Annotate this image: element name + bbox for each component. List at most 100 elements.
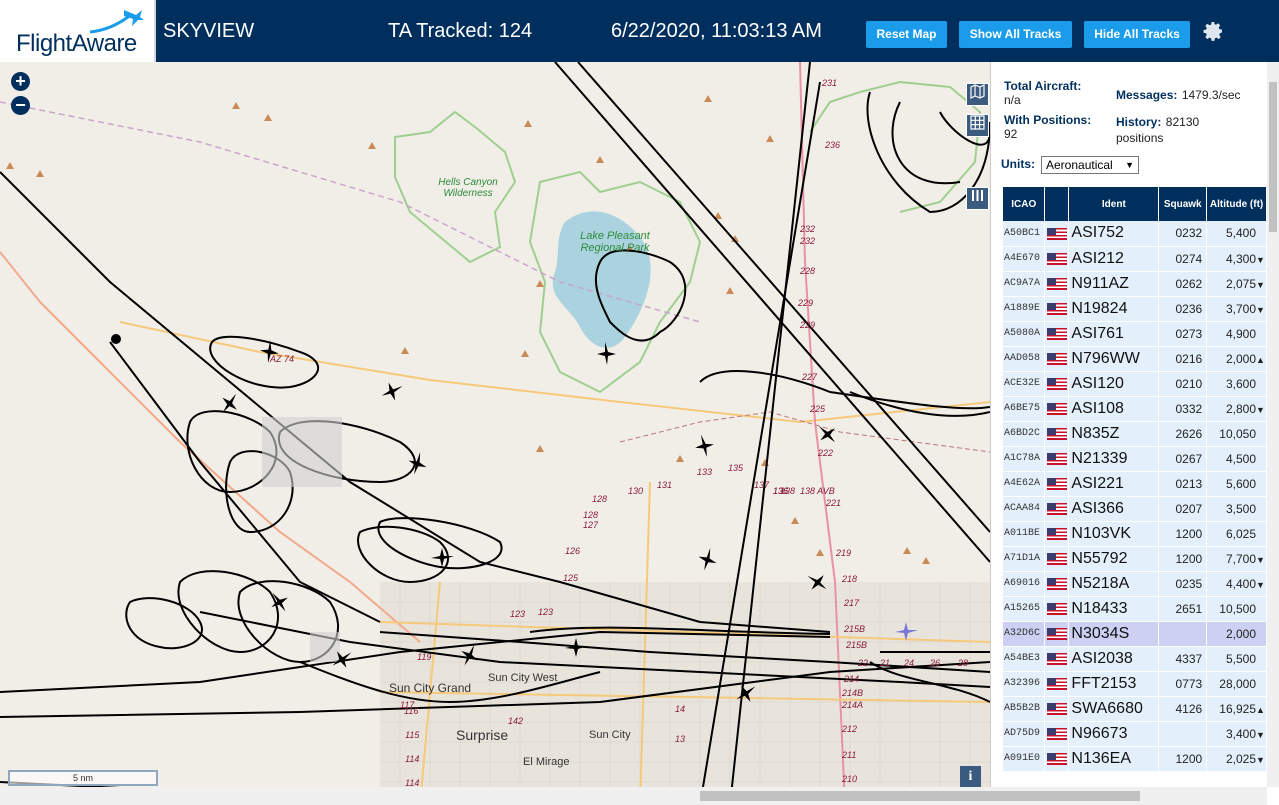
altitude-value: 5,500	[1225, 651, 1256, 666]
table-row[interactable]: A6BD2C N835Z 2626 10,050	[1003, 421, 1267, 447]
ident-cell: ASI752	[1068, 221, 1160, 247]
table-row[interactable]: A6BE75 ASI108 0332 2,800▼	[1003, 396, 1267, 422]
scroll-thumb[interactable]	[1269, 82, 1277, 232]
altitude-value: 4,300	[1225, 251, 1256, 266]
table-row[interactable]: A50BC1 ASI752 0232 5,400	[1003, 221, 1267, 247]
table-row[interactable]: A1C78A N21339 0267 4,500	[1003, 446, 1267, 472]
road-number: 138 AVB	[800, 486, 835, 496]
label-sun-city: Sun City	[589, 729, 631, 741]
table-row[interactable]: A1889E N19824 0236 3,700▼	[1003, 296, 1267, 322]
table-row[interactable]: ACE32E ASI120 0210 3,600	[1003, 371, 1267, 397]
map-layers-icon[interactable]	[966, 83, 989, 106]
scroll-thumb[interactable]	[700, 791, 1140, 801]
flag-icon	[1044, 271, 1070, 297]
show-all-tracks-button[interactable]: Show All Tracks	[959, 21, 1072, 48]
squawk-cell: 4126	[1158, 696, 1208, 722]
flag-icon	[1044, 671, 1070, 697]
us-flag-icon	[1046, 303, 1067, 316]
road-number: 229	[800, 320, 816, 330]
icao-cell: A4E670	[1003, 246, 1046, 272]
table-row[interactable]: AAD058 N796WW 0216 2,000▲	[1003, 346, 1267, 372]
table-row[interactable]: ACAA84 ASI366 0207 3,500	[1003, 496, 1267, 522]
us-flag-icon	[1046, 753, 1067, 766]
road-number: 24	[904, 658, 915, 668]
squawk-cell: 2626	[1158, 421, 1208, 447]
side-panel: Total Aircraft: n/a With Positions: 92 M…	[990, 62, 1279, 805]
ident-cell: N911AZ	[1068, 271, 1160, 297]
road-number: 225	[810, 404, 826, 414]
label-az74: AZ 74	[270, 354, 295, 364]
icao-cell: AB5B2B	[1003, 696, 1046, 722]
info-icon[interactable]: i	[960, 766, 981, 787]
reset-map-button[interactable]: Reset Map	[866, 21, 947, 48]
table-row[interactable]: A15265 N18433 2651 10,500	[1003, 596, 1267, 622]
table-row[interactable]: A54BE3 ASI2038 4337 5,500	[1003, 646, 1267, 672]
ident-cell: FFT2153	[1068, 671, 1160, 697]
table-row[interactable]: A011BE N103VK 1200 6,025	[1003, 521, 1267, 547]
icao-cell: A1889E	[1003, 296, 1046, 322]
squawk-cell	[1158, 721, 1208, 747]
road-number: 28	[958, 658, 969, 668]
hide-all-tracks-button[interactable]: Hide All Tracks	[1084, 21, 1190, 48]
table-row[interactable]: A091E0 N136EA 1200 2,025▼	[1003, 746, 1267, 772]
altitude-value: 5,600	[1225, 476, 1256, 491]
gear-icon[interactable]	[1201, 19, 1225, 43]
icao-cell: A4E62A	[1003, 471, 1046, 497]
flag-icon	[1044, 621, 1070, 647]
road-number: 232	[800, 224, 816, 234]
units-select[interactable]: Aeronautical ▼	[1041, 156, 1139, 174]
history-count: History: 82130 positions	[1116, 115, 1200, 145]
horizontal-scrollbar[interactable]	[0, 787, 1267, 805]
road-number: 231	[822, 78, 838, 88]
road-number: 219	[836, 548, 852, 558]
table-row[interactable]: A69016 N5218A 0235 4,400▼	[1003, 571, 1267, 597]
flag-icon	[1044, 496, 1070, 522]
col-flag[interactable]	[1044, 187, 1070, 221]
altitude-trend-icon: ▲	[1256, 354, 1265, 365]
altitude-trend-icon: ▼	[1256, 579, 1265, 590]
us-flag-icon	[1046, 578, 1067, 591]
altitude-cell: 7,700▼	[1206, 546, 1267, 572]
columns-icon[interactable]	[966, 187, 989, 210]
flag-icon	[1044, 646, 1070, 672]
squawk-cell: 0216	[1158, 346, 1208, 372]
col-ident[interactable]: Ident	[1068, 187, 1160, 221]
flag-icon	[1044, 321, 1070, 347]
datetime-display: 6/22/2020, 11:03:13 AM	[611, 20, 822, 42]
table-row[interactable]: AD75D9 N96673 3,400▼	[1003, 721, 1267, 747]
zoom-in-button[interactable]: +	[11, 72, 30, 91]
flightaware-logo[interactable]: FlightAware	[0, 0, 156, 62]
label-lake-pleasant: Lake Pleasant Regional Park	[580, 230, 650, 254]
map-view[interactable]: Hells Canyon Wilderness Lake Pleasant Re…	[0, 62, 990, 805]
table-row[interactable]: A71D1A N55792 1200 7,700▼	[1003, 546, 1267, 572]
altitude-cell: 2,000	[1206, 621, 1267, 647]
flag-icon	[1044, 396, 1070, 422]
road-number: 211	[842, 750, 857, 760]
zoom-out-button[interactable]: −	[11, 96, 30, 115]
altitude-value: 2,000	[1225, 626, 1256, 641]
us-flag-icon	[1046, 278, 1067, 291]
col-altitude[interactable]: Altitude (ft)	[1206, 187, 1267, 221]
table-row[interactable]: A32D6C N3034S 2,000	[1003, 621, 1267, 647]
us-flag-icon	[1046, 628, 1067, 641]
table-row[interactable]: A5080A ASI761 0273 4,900	[1003, 321, 1267, 347]
table-row[interactable]: A4E62A ASI221 0213 5,600	[1003, 471, 1267, 497]
road-number: 133	[697, 467, 713, 477]
road-number: 229	[798, 298, 814, 308]
grid-icon[interactable]	[966, 114, 989, 137]
altitude-value: 2,800	[1225, 401, 1256, 416]
altitude-value: 3,400	[1225, 726, 1256, 741]
road-number: 125	[563, 573, 579, 583]
flag-icon	[1044, 371, 1070, 397]
col-icao[interactable]: ICAO	[1003, 187, 1046, 221]
table-row[interactable]: A4E670 ASI212 0274 4,300▼	[1003, 246, 1267, 272]
col-squawk[interactable]: Squawk	[1158, 187, 1208, 221]
scale-bar: 5 nm	[8, 770, 158, 786]
table-row[interactable]: A32396 FFT2153 0773 28,000	[1003, 671, 1267, 697]
squawk-cell: 0267	[1158, 446, 1208, 472]
vertical-scrollbar[interactable]	[1267, 62, 1279, 787]
us-flag-icon	[1046, 603, 1067, 616]
road-number: 123	[510, 609, 526, 619]
table-row[interactable]: AC9A7A N911AZ 0262 2,075▼	[1003, 271, 1267, 297]
table-row[interactable]: AB5B2B SWA6680 4126 16,925▲	[1003, 696, 1267, 722]
